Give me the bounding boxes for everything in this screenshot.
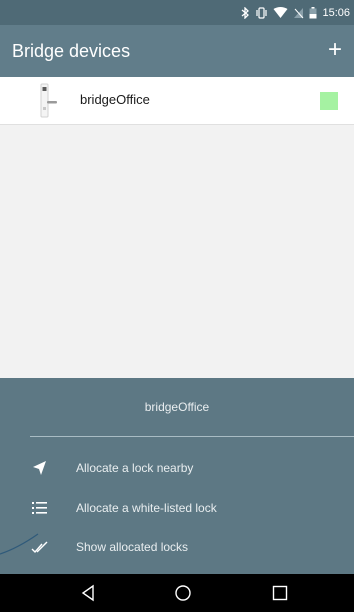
home-icon[interactable] [173,583,193,603]
device-row[interactable]: bridgeOffice [0,77,354,125]
battery-icon [309,7,317,19]
screen: 15:06 Bridge devices + bridgeOffice brid… [0,0,354,612]
allocate-white-listed-lock-item[interactable]: Allocate a white-listed lock [0,491,354,525]
add-device-button[interactable]: + [324,36,346,64]
page-title: Bridge devices [12,41,131,61]
navigation-arrow-icon [31,459,49,477]
recents-icon[interactable] [270,583,290,603]
menu-item-label: Allocate a white-listed lock [76,501,217,515]
bottom-sheet: bridgeOffice Allocate a lock nearby Allo… [0,378,354,574]
device-name: bridgeOffice [80,92,150,107]
sheet-title: bridgeOffice [144,400,210,414]
back-icon[interactable] [78,583,98,603]
double-check-icon [31,538,49,556]
status-bar: 15:06 [0,0,354,25]
show-allocated-locks-item[interactable]: Show allocated locks [0,530,354,564]
app-bar: Bridge devices + [0,25,354,77]
no-sim-icon [293,7,304,19]
menu-item-label: Allocate a lock nearby [76,461,194,475]
door-lock-icon [36,83,58,119]
bluetooth-icon [241,7,250,19]
allocate-lock-nearby-item[interactable]: Allocate a lock nearby [0,451,354,485]
list-icon [31,499,49,517]
divider [30,436,354,437]
wifi-icon [273,7,288,19]
status-icons: 15:06 [241,5,350,21]
navigation-bar [0,574,354,612]
status-time: 15:06 [322,7,350,19]
device-list: bridgeOffice [0,77,354,125]
menu-item-label: Show allocated locks [76,540,189,554]
vibrate-icon [255,7,268,19]
device-status-indicator [320,92,338,110]
